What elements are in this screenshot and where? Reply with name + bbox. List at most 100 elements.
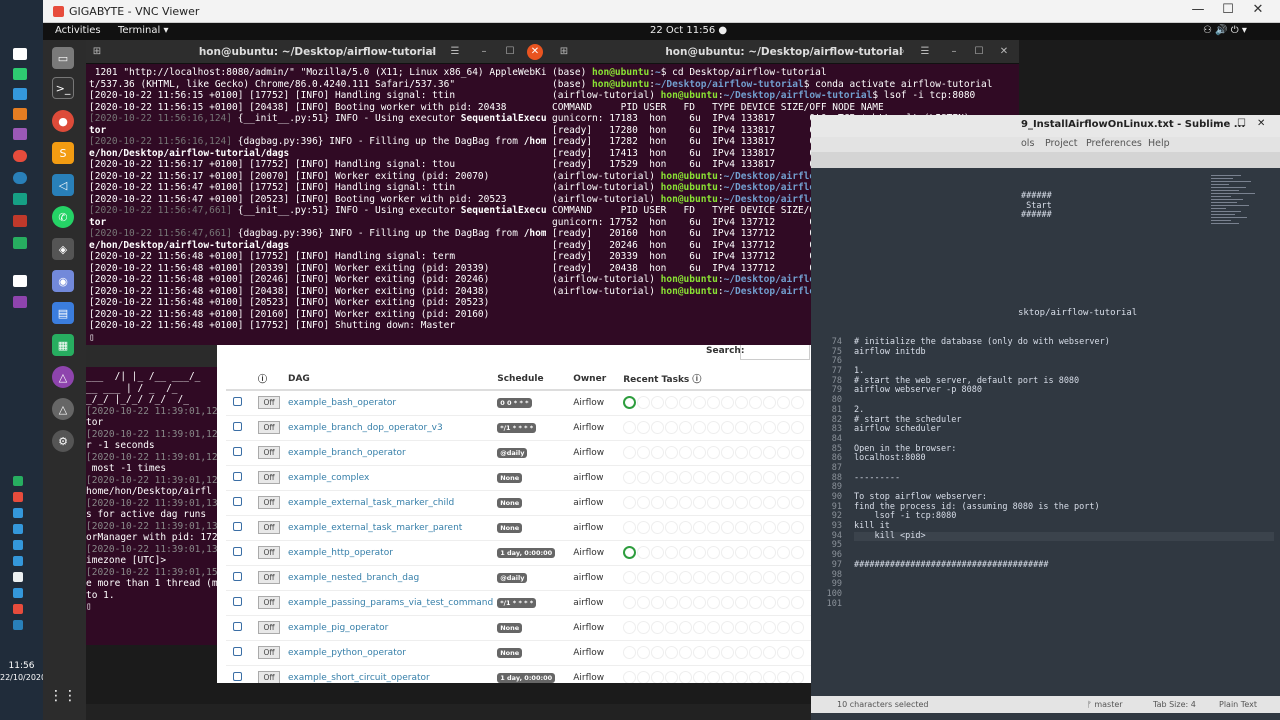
task-status-circle[interactable] [665,446,679,459]
task-status-circle[interactable] [707,471,721,484]
task-status-circle[interactable] [721,521,735,534]
task-status-circle[interactable] [679,571,693,584]
minimize-button[interactable]: — [1185,2,1211,17]
task-status-circle[interactable] [763,521,777,534]
task-status-circle[interactable] [693,446,707,459]
close-button[interactable]: ✕ [1257,118,1265,129]
dag-link[interactable]: example_short_circuit_operator [288,673,430,683]
task-status-circle[interactable] [665,421,679,434]
task-status-circle[interactable] [637,396,651,410]
task-status-circle[interactable] [679,596,693,609]
task-status-circle[interactable] [707,446,721,459]
menu-icon[interactable]: ☰ [917,44,933,60]
task-status-circle[interactable] [777,496,791,509]
task-status-circle[interactable] [665,546,679,559]
task-status-circle[interactable] [735,421,749,434]
task-status-circle[interactable] [651,621,665,634]
app-icon[interactable] [13,296,27,308]
app-icon[interactable]: △ [52,366,74,388]
task-status-circle[interactable] [749,546,763,559]
task-status-circle[interactable] [679,446,693,459]
tray-icon[interactable] [13,540,23,550]
task-status-circle[interactable] [651,596,665,609]
dag-link[interactable]: example_branch_operator [288,448,406,458]
edit-icon[interactable] [233,521,242,531]
task-status-circle[interactable] [651,421,665,434]
task-status-circle[interactable] [791,396,805,410]
task-status-circle[interactable] [693,596,707,609]
task-status-circle[interactable] [693,471,707,484]
task-status-circle[interactable] [749,646,763,659]
task-status-circle[interactable] [623,596,637,609]
task-status-circle[interactable] [791,496,805,509]
task-status-circle[interactable] [637,596,651,609]
task-status-circle[interactable] [693,421,707,434]
task-status-circle[interactable] [707,596,721,609]
task-status-circle[interactable] [707,496,721,509]
task-status-circle[interactable] [679,521,693,534]
task-status-circle[interactable] [693,571,707,584]
minimize-button[interactable]: – [476,44,492,60]
task-status-circle[interactable] [791,596,805,609]
terminal-app-menu[interactable]: Terminal ▾ [118,25,168,36]
task-status-circle[interactable] [665,671,679,683]
task-status-circle[interactable] [791,621,805,634]
app-icon[interactable] [13,108,27,120]
task-status-circle[interactable] [735,446,749,459]
task-status-circle[interactable] [693,546,707,559]
task-status-circle[interactable] [651,471,665,484]
task-status-circle[interactable] [679,546,693,559]
task-status-circle[interactable] [749,596,763,609]
dag-toggle[interactable]: Off [258,671,280,683]
code-line[interactable]: ###################################### [854,560,1274,571]
menu-icon[interactable]: ☰ [447,44,463,60]
document-icon[interactable]: ▤ [52,302,74,324]
search-icon[interactable]: ⌕ [894,44,910,60]
task-status-circle[interactable] [777,471,791,484]
task-status-circle[interactable] [735,546,749,559]
maximize-button[interactable]: ☐ [1237,118,1246,129]
menu-help[interactable]: Help [1148,138,1170,149]
task-status-circle[interactable] [763,546,777,559]
task-status-circle[interactable] [791,421,805,434]
task-status-circle[interactable] [637,646,651,659]
task-status-circle[interactable] [735,571,749,584]
task-status-circle[interactable] [749,496,763,509]
code-line[interactable] [854,600,1274,610]
task-status-circle[interactable] [763,446,777,459]
task-status-circle[interactable] [707,571,721,584]
task-status-circle[interactable] [777,521,791,534]
code-line[interactable]: kill <pid> [854,531,1274,542]
task-status-circle[interactable] [637,421,651,434]
git-branch[interactable]: ᚠ master [1087,700,1123,709]
task-status-circle[interactable] [791,571,805,584]
sublime-icon[interactable]: S [52,142,74,164]
task-status-circle[interactable] [637,571,651,584]
task-status-circle[interactable] [707,621,721,634]
dag-link[interactable]: example_branch_dop_operator_v3 [288,423,443,433]
spreadsheet-icon[interactable]: ▦ [52,334,74,356]
syntax-mode[interactable]: Plain Text [1219,700,1257,709]
task-status-circle[interactable] [749,571,763,584]
scheduler-terminal[interactable]: ___ /| |_ /__ ___/_ __ ___ | / _ /_ _/_/ |… [86,345,218,645]
task-status-circle[interactable] [651,571,665,584]
task-status-circle[interactable] [707,546,721,559]
task-status-circle[interactable] [651,446,665,459]
code-line[interactable]: --------- [854,473,1274,484]
task-status-circle[interactable] [623,446,637,459]
task-status-circle[interactable] [791,471,805,484]
whatsapp-icon[interactable]: ✆ [52,206,74,228]
edit-icon[interactable] [233,471,242,481]
task-status-circle[interactable] [763,421,777,434]
task-status-circle[interactable] [721,596,735,609]
task-status-circle[interactable] [637,496,651,509]
app-icon[interactable] [13,237,27,249]
task-status-circle[interactable] [665,471,679,484]
app-icon[interactable]: ◈ [52,238,74,260]
task-status-circle[interactable] [777,421,791,434]
task-status-circle[interactable] [693,496,707,509]
dag-toggle[interactable]: Off [258,546,280,559]
close-button[interactable]: ✕ [996,44,1012,60]
task-status-circle[interactable] [693,646,707,659]
task-status-circle[interactable] [777,396,791,410]
